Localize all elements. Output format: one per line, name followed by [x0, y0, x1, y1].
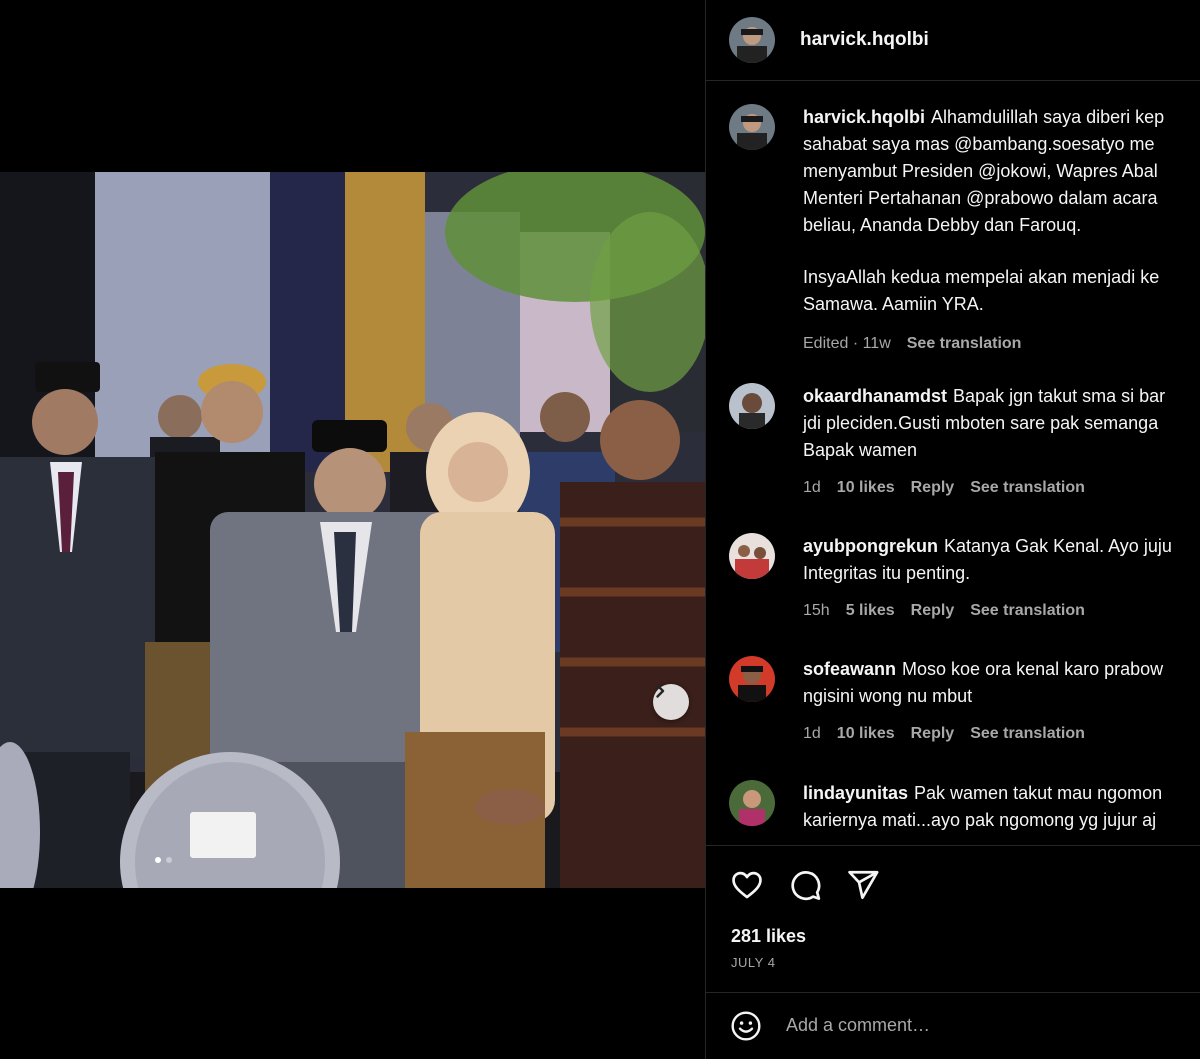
caption-line: Samawa. Aamiin YRA. [803, 294, 984, 314]
caption-line: sahabat saya mas @bambang.soesatyo me [803, 134, 1155, 154]
carousel-dot [166, 857, 172, 863]
comment-input[interactable] [784, 1014, 1168, 1037]
comment-text: Bapak wamen [803, 440, 918, 460]
comment-text: Bapak jgn takut sma si bar [953, 386, 1166, 406]
next-slide-button[interactable] [653, 684, 689, 720]
caption-avatar[interactable] [729, 104, 775, 150]
comment-text: kariernya mati...ayo pak ngomong yg juju… [803, 810, 1157, 830]
comment-username[interactable]: sofeawann [803, 659, 896, 679]
commenter-avatar[interactable] [729, 780, 775, 826]
add-comment-bar [706, 992, 1200, 1059]
smiley-icon[interactable] [730, 1010, 762, 1042]
post-actions: 281 likes JULY 4 [706, 845, 1200, 993]
comment-meta: 1d 10 likes Reply See translation [803, 474, 1200, 501]
comment-meta: 15h 5 likes Reply See translation [803, 597, 1200, 624]
heart-icon[interactable] [730, 868, 764, 902]
caption-line: Alhamdulillah saya diberi kep [931, 107, 1165, 127]
paper-plane-icon[interactable] [846, 868, 880, 902]
comment-time: 15h [803, 602, 830, 619]
reply-button[interactable]: Reply [911, 597, 955, 624]
comment-text: ngisini wong nu mbut [803, 686, 973, 706]
reply-button[interactable]: Reply [911, 474, 955, 501]
comment-text: jdi pleciden.Gusti mboten sare pak seman… [803, 413, 1159, 433]
author-avatar[interactable] [729, 17, 775, 63]
comment-likes[interactable]: 5 likes [846, 597, 895, 624]
comment-body: ayubpongrekun Katanya Gak Kenal. Ayo juju… [803, 533, 1200, 624]
caption-meta: Edited · 11w See translation [803, 330, 1200, 357]
caption-line: InsyaAllah kedua mempelai akan menjadi k… [803, 267, 1160, 287]
caption-line: beliau, Ananda Debby dan Farouq. [803, 215, 1082, 235]
reply-button[interactable]: Reply [911, 720, 955, 747]
chevron-right-icon [656, 684, 665, 698]
comment-body: lindayunitas Pak wamen takut mau ngomon k… [803, 780, 1200, 834]
post-header: harvick.hqolbi [706, 0, 1200, 81]
commenter-avatar[interactable] [729, 383, 775, 429]
likes-count[interactable]: 281 likes [731, 926, 806, 947]
comment-meta: 1d 10 likes Reply See translation [803, 720, 1200, 747]
see-translation-button[interactable]: See translation [970, 720, 1085, 747]
caption-see-translation[interactable]: See translation [907, 330, 1022, 357]
commenter-avatar[interactable] [729, 656, 775, 702]
comment-time: 1d [803, 479, 821, 496]
caption-body: harvick.hqolbi Alhamdulillah saya diberi … [803, 104, 1200, 357]
post-side-panel: harvick.hqolbi harvick.hqolbi Alhamdulill… [705, 0, 1200, 1059]
post-media-area [0, 0, 705, 1059]
comment-likes[interactable]: 10 likes [837, 474, 895, 501]
photo-illustration [0, 172, 705, 888]
action-icons [730, 868, 880, 902]
caption-username[interactable]: harvick.hqolbi [803, 107, 925, 127]
author-username[interactable]: harvick.hqolbi [800, 29, 929, 51]
comment-text: Katanya Gak Kenal. Ayo juju [944, 536, 1172, 556]
carousel-dot-active [155, 857, 161, 863]
post-date: JULY 4 [731, 955, 776, 970]
comment-text: Moso koe ora kenal karo prabow [902, 659, 1164, 679]
caption-line [803, 239, 1200, 264]
comment-time: 1d [803, 725, 821, 742]
comment-body: okaardhanamdst Bapak jgn takut sma si bar… [803, 383, 1200, 501]
post-photo[interactable] [0, 172, 705, 888]
comment-username[interactable]: okaardhanamdst [803, 386, 947, 406]
caption-line: Menteri Pertahanan @prabowo dalam acara [803, 188, 1158, 208]
comment-bubble-icon[interactable] [788, 868, 822, 902]
comment-username[interactable]: lindayunitas [803, 783, 908, 803]
comment-username[interactable]: ayubpongrekun [803, 536, 938, 556]
see-translation-button[interactable]: See translation [970, 474, 1085, 501]
caption-line: menyambut Presiden @jokowi, Wapres Abal [803, 161, 1158, 181]
comments-list[interactable]: harvick.hqolbi Alhamdulillah saya diberi … [706, 82, 1200, 845]
caption-edited-time: Edited · 11w [803, 335, 891, 352]
see-translation-button[interactable]: See translation [970, 597, 1085, 624]
commenter-avatar[interactable] [729, 533, 775, 579]
comment-text: Integritas itu penting. [803, 563, 971, 583]
carousel-indicator [155, 857, 172, 863]
comment-text: Pak wamen takut mau ngomon [914, 783, 1163, 803]
comment-likes[interactable]: 10 likes [837, 720, 895, 747]
comment-body: sofeawann Moso koe ora kenal karo prabow … [803, 656, 1200, 747]
